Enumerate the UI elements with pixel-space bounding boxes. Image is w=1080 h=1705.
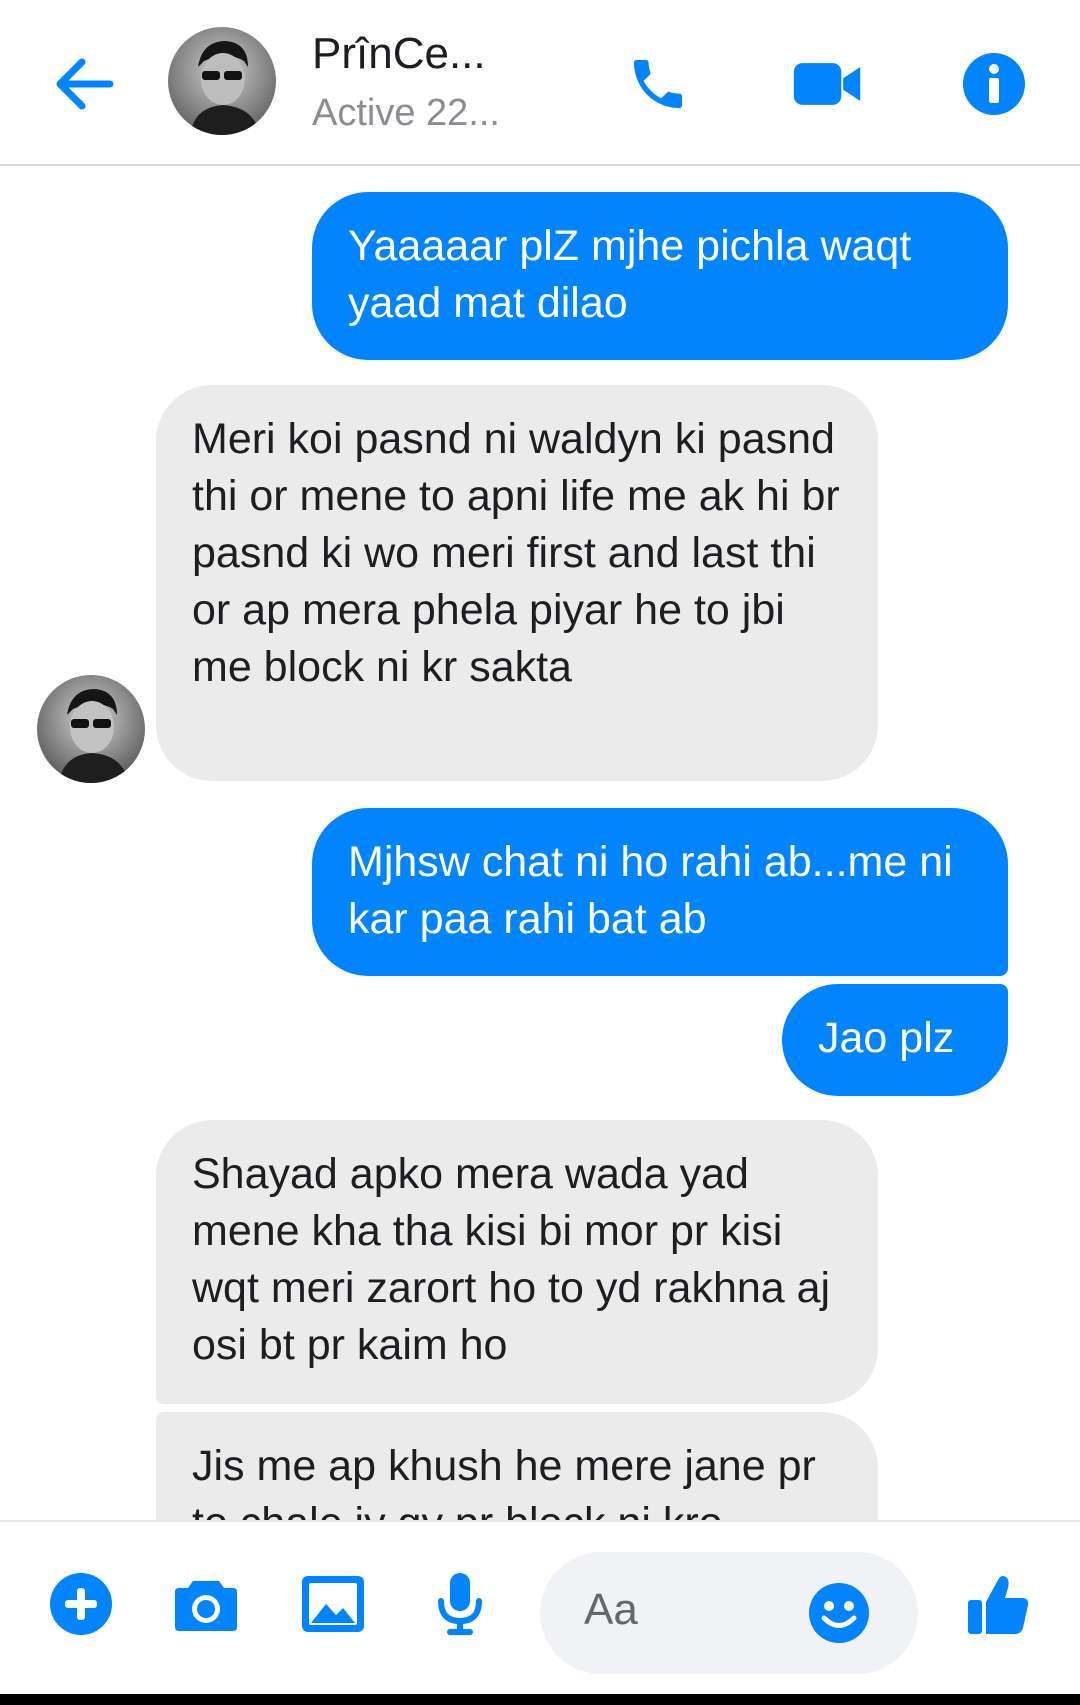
message-text: Jao plz [818,1014,955,1062]
gallery-button[interactable] [297,1568,369,1640]
camera-icon [175,1581,237,1631]
message-thread[interactable]: Yaaaaar plZ mjhe pichla waqt yaad mat di… [0,168,1080,1520]
emoji-button[interactable] [802,1576,876,1650]
active-status: Active 22... [312,92,500,134]
video-call-button[interactable] [792,48,864,120]
thumbs-up-icon [968,1576,1029,1634]
plus-icon [50,1573,112,1635]
message-text: Mjhsw chat ni ho rahi ab...me ni kar paa… [348,838,953,943]
voice-call-button[interactable] [622,48,694,120]
received-message[interactable]: Meri koi pasnd ni waldyn ki pasnd thi or… [156,385,878,781]
info-icon [963,53,1025,115]
smiley-icon [809,1583,869,1643]
message-text: Meri koi pasnd ni waldyn ki pasnd thi or… [192,415,840,691]
sent-message[interactable]: Jao plz [782,984,1008,1096]
more-actions-button[interactable] [45,1568,117,1640]
composer-bar: Aa [0,1520,1080,1694]
message-input[interactable]: Aa [540,1552,918,1674]
back-arrow-icon [56,58,114,110]
conversation-header: PrînCe... Active 22... [0,0,1080,166]
microphone-icon [438,1573,482,1635]
message-text: Jis me ap khush he mere jane pr to chale… [192,1442,816,1520]
sent-message[interactable]: Mjhsw chat ni ho rahi ab...me ni kar paa… [312,808,1008,976]
sent-message[interactable]: Yaaaaar plZ mjhe pichla waqt yaad mat di… [312,192,1008,360]
contact-avatar[interactable] [168,27,276,135]
message-text: Shayad apko mera wada yad mene kha tha k… [192,1150,831,1369]
received-message[interactable]: Shayad apko mera wada yad mene kha tha k… [156,1120,878,1404]
sender-avatar[interactable] [37,675,145,783]
phone-icon [634,60,682,108]
conversation-title[interactable]: PrînCe... Active 22... [312,28,542,140]
message-text: Yaaaaar plZ mjhe pichla waqt yaad mat di… [348,222,912,327]
message-input-placeholder: Aa [584,1585,638,1634]
camera-button[interactable] [170,1568,242,1640]
received-message[interactable]: Jis me ap khush he mere jane pr to chale… [156,1412,878,1520]
back-button[interactable] [48,48,120,120]
like-button[interactable] [962,1568,1034,1640]
info-button[interactable] [958,48,1030,120]
voice-message-button[interactable] [424,1568,496,1640]
image-icon [302,1576,364,1632]
system-navigation-bar [0,1694,1080,1705]
contact-name: PrînCe... [312,29,486,78]
video-camera-icon [793,63,861,105]
